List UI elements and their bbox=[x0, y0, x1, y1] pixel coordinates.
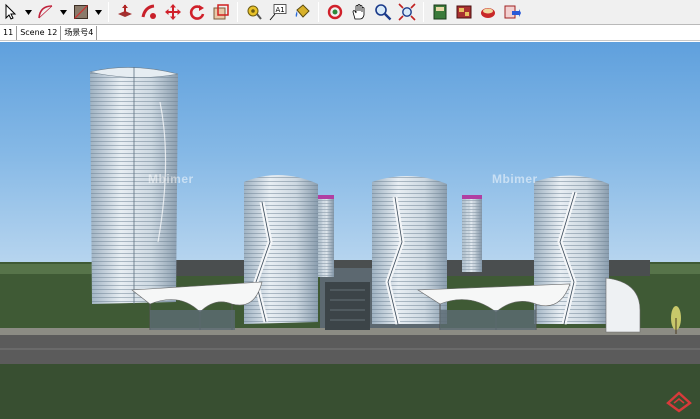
tower-a bbox=[244, 174, 318, 324]
orbit-tool-button[interactable] bbox=[324, 1, 346, 23]
warehouse-icon bbox=[433, 4, 447, 20]
move-icon bbox=[165, 4, 181, 20]
zoom-extents-icon bbox=[398, 3, 416, 21]
zoom-extents-tool-button[interactable] bbox=[396, 1, 418, 23]
scale-tool-button[interactable] bbox=[210, 1, 232, 23]
share-model-icon bbox=[481, 8, 495, 18]
zoom-icon bbox=[375, 4, 392, 21]
rectangle-tool-dropdown[interactable] bbox=[94, 1, 103, 23]
foreground-grass bbox=[0, 364, 700, 419]
hand-icon bbox=[352, 4, 365, 20]
chevron-down-icon bbox=[25, 9, 32, 15]
rectangle-icon bbox=[74, 5, 88, 19]
tab-scene-11[interactable]: 11 bbox=[0, 26, 18, 40]
chevron-down-icon bbox=[60, 9, 67, 15]
background-tower-right bbox=[462, 195, 482, 272]
select-tool-dropdown[interactable] bbox=[24, 1, 33, 23]
pan-tool-button[interactable] bbox=[348, 1, 370, 23]
components-button[interactable] bbox=[453, 1, 475, 23]
push-pull-tool-button[interactable] bbox=[114, 1, 136, 23]
follow-me-icon bbox=[141, 4, 156, 19]
logo-mark-icon bbox=[666, 391, 692, 413]
arc-icon bbox=[38, 5, 53, 19]
get-models-icon bbox=[504, 5, 521, 19]
arc-tool-dropdown[interactable] bbox=[59, 1, 68, 23]
toolbar-separator bbox=[318, 2, 319, 22]
rotate-icon bbox=[189, 5, 205, 20]
text-tool-button[interactable]: A1 bbox=[267, 1, 289, 23]
toolbar-separator bbox=[108, 2, 109, 22]
warehouse-button[interactable] bbox=[429, 1, 451, 23]
watermark-left: Mbimer bbox=[148, 172, 194, 186]
tab-scene-12[interactable]: Scene 12 bbox=[17, 26, 62, 40]
components-icon bbox=[456, 5, 472, 19]
rotate-tool-button[interactable] bbox=[186, 1, 208, 23]
rectangle-tool-button[interactable] bbox=[70, 1, 92, 23]
orbit-icon bbox=[327, 4, 343, 20]
background-tower-left bbox=[318, 195, 334, 277]
get-models-button[interactable] bbox=[501, 1, 523, 23]
model-viewport[interactable]: Mbimer Mbimer bbox=[0, 42, 700, 419]
paint-bucket-tool-button[interactable] bbox=[291, 1, 313, 23]
follow-me-tool-button[interactable] bbox=[138, 1, 160, 23]
text-icon: A1 bbox=[269, 4, 287, 21]
tape-measure-icon bbox=[247, 5, 262, 20]
svg-text:A1: A1 bbox=[276, 6, 285, 14]
central-entrance bbox=[325, 282, 370, 330]
model-scene bbox=[0, 67, 700, 419]
push-pull-icon bbox=[118, 4, 132, 17]
chevron-down-icon bbox=[95, 9, 102, 15]
tab-scene-4[interactable]: 场景号4 bbox=[61, 26, 98, 40]
paint-bucket-icon bbox=[295, 4, 310, 18]
tower-b bbox=[372, 175, 447, 325]
select-tool-button[interactable] bbox=[0, 1, 22, 23]
tape-measure-tool-button[interactable] bbox=[243, 1, 265, 23]
watermark-right: Mbimer bbox=[492, 172, 538, 186]
scale-icon bbox=[213, 4, 229, 20]
share-model-button[interactable] bbox=[477, 1, 499, 23]
arrow-cursor-icon bbox=[5, 3, 17, 20]
toolbar-separator bbox=[237, 2, 238, 22]
toolbar-separator bbox=[423, 2, 424, 22]
arc-tool-button[interactable] bbox=[35, 1, 57, 23]
scene-tabs: 11 Scene 12 场景号4 bbox=[0, 26, 700, 41]
main-toolbar: A1 bbox=[0, 0, 700, 25]
move-tool-button[interactable] bbox=[162, 1, 184, 23]
zoom-tool-button[interactable] bbox=[372, 1, 394, 23]
site-logo bbox=[666, 391, 692, 413]
